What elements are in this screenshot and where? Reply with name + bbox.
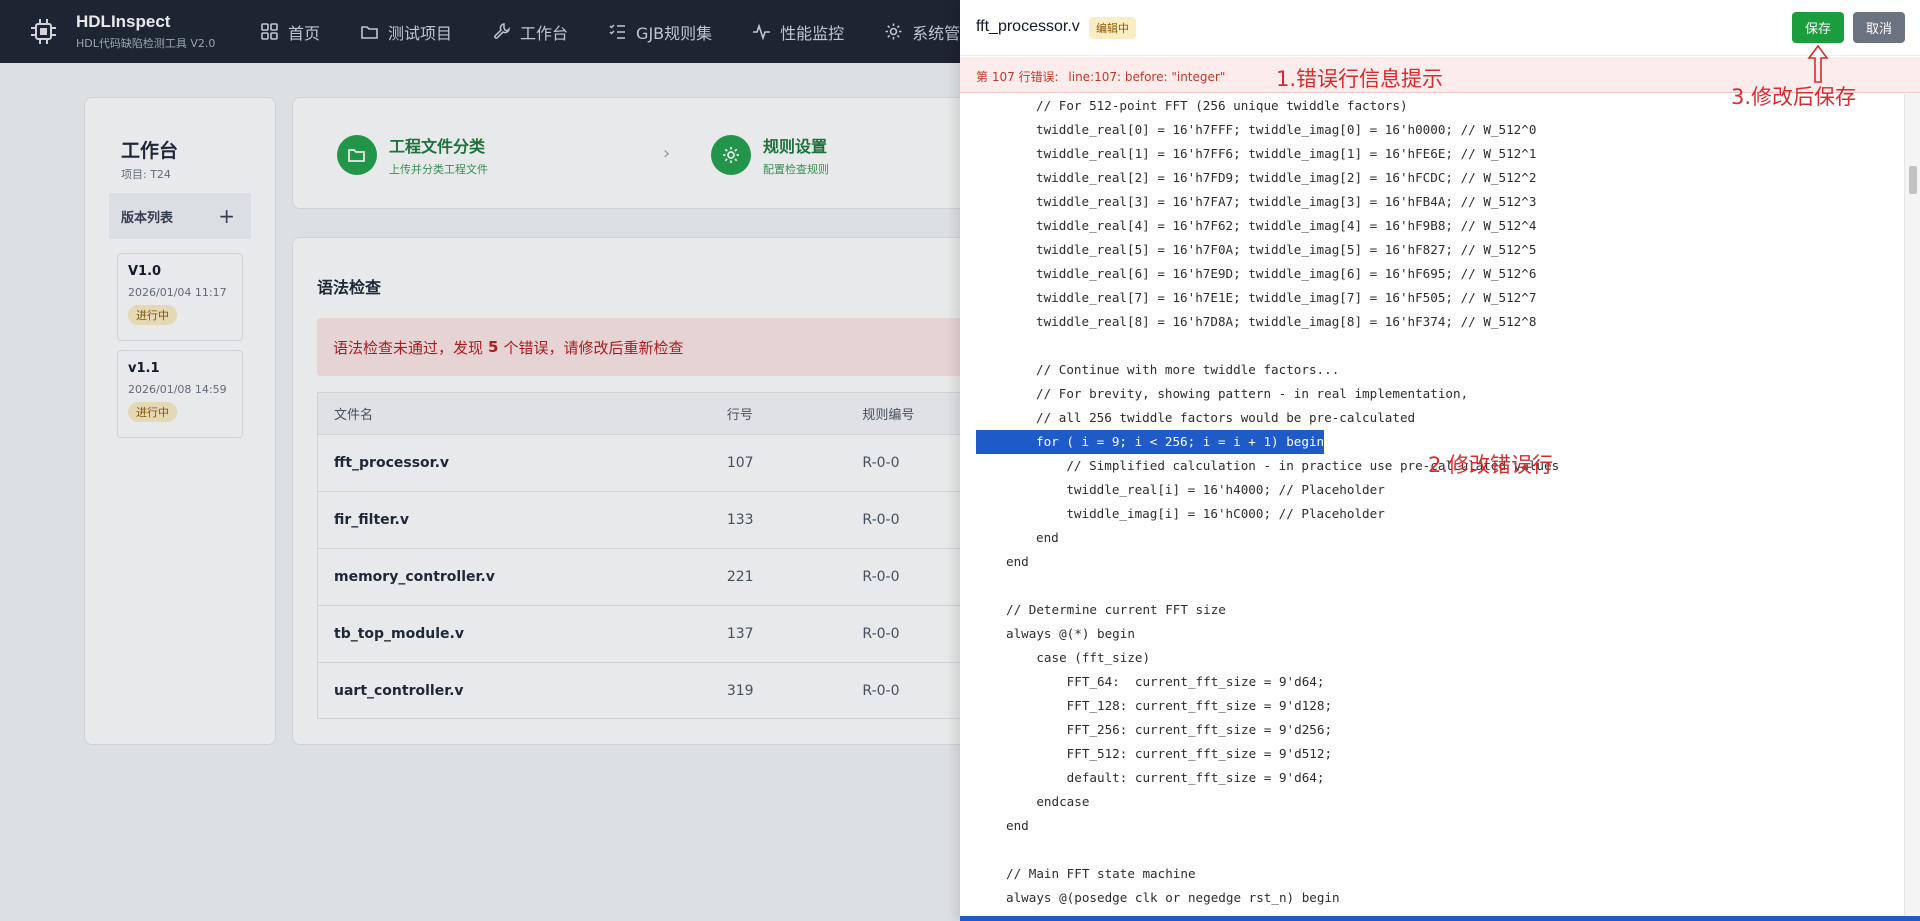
scrollbar-thumb[interactable] xyxy=(1909,166,1917,194)
code-line[interactable]: case (fft_size) xyxy=(1006,646,1150,670)
code-line[interactable]: FFT_128: current_fft_size = 9'd128; xyxy=(1006,694,1332,718)
code-line[interactable]: end xyxy=(1036,526,1059,550)
code-line[interactable]: twiddle_real[7] = 16'h7E1E; twiddle_imag… xyxy=(1036,286,1536,310)
code-line[interactable]: always @(posedge clk or negedge rst_n) b… xyxy=(1006,886,1340,910)
code-line-selected[interactable]: for ( i = 9; i < 256; i = i + 1) begin xyxy=(976,430,1325,454)
code-line[interactable]: // For 512-point FFT (256 unique twiddle… xyxy=(1036,94,1408,118)
code-line[interactable]: FFT_64: current_fft_size = 9'd64; xyxy=(1006,670,1325,694)
code-line[interactable]: twiddle_imag[i] = 16'hC000; // Placehold… xyxy=(1036,502,1384,526)
arrow-up-icon xyxy=(1807,44,1829,83)
code-line[interactable]: twiddle_real[3] = 16'h7FA7; twiddle_imag… xyxy=(1036,190,1536,214)
code-line[interactable]: // Main FFT state machine xyxy=(1006,862,1196,886)
code-line[interactable]: // Determine current FFT size xyxy=(1006,598,1226,622)
code-line[interactable]: // all 256 twiddle factors would be pre-… xyxy=(1036,406,1415,430)
code-line[interactable]: FFT_256: current_fft_size = 9'd256; xyxy=(1006,718,1332,742)
code-line[interactable]: twiddle_real[6] = 16'h7E9D; twiddle_imag… xyxy=(1036,262,1536,286)
code-line[interactable]: twiddle_real[4] = 16'h7F62; twiddle_imag… xyxy=(1036,214,1536,238)
code-editor-drawer: fft_processor.v 编辑中 保存 取消 第 107 行错误: lin… xyxy=(960,0,1920,921)
code-line[interactable]: FFT_512: current_fft_size = 9'd512; xyxy=(1006,742,1332,766)
editing-badge: 编辑中 xyxy=(1089,17,1136,39)
error-line-message: line:107: before: "integer" xyxy=(1068,70,1226,84)
code-line[interactable]: // For brevity, showing pattern - in rea… xyxy=(1036,382,1468,406)
code-line[interactable]: twiddle_real[1] = 16'h7FF6; twiddle_imag… xyxy=(1036,142,1536,166)
code-line[interactable]: endcase xyxy=(1006,790,1089,814)
code-line[interactable]: // Continue with more twiddle factors... xyxy=(1036,358,1339,382)
error-line-text: 第 107 行错误: line:107: before: "integer" xyxy=(976,68,1225,85)
save-button[interactable]: 保存 xyxy=(1792,12,1844,43)
code-line[interactable]: twiddle_real[8] = 16'h7D8A; twiddle_imag… xyxy=(1036,310,1536,334)
code-line[interactable]: always @(*) begin xyxy=(1006,622,1135,646)
editor-filename: fft_processor.v xyxy=(976,18,1080,35)
code-editor[interactable]: // For 512-point FFT (256 unique twiddle… xyxy=(960,94,1904,916)
code-line[interactable]: twiddle_real[i] = 16'h4000; // Placehold… xyxy=(1036,478,1384,502)
cancel-button[interactable]: 取消 xyxy=(1853,12,1905,43)
code-line[interactable]: default: current_fft_size = 9'd64; xyxy=(1006,766,1325,790)
modal-backdrop[interactable] xyxy=(0,0,960,921)
error-line-prefix: 第 107 行错误: xyxy=(976,70,1059,84)
editor-header: fft_processor.v 编辑中 保存 取消 xyxy=(960,0,1920,56)
editor-scrollbar[interactable] xyxy=(1904,94,1920,916)
annotation-fix-line: 2.修改错误行 xyxy=(1428,453,1554,477)
annotation-error-info: 1.错误行信息提示 xyxy=(1276,67,1444,91)
code-line[interactable]: end xyxy=(1006,550,1029,574)
annotation-save: 3.修改后保存 xyxy=(1731,85,1857,109)
code-line[interactable]: twiddle_real[5] = 16'h7F0A; twiddle_imag… xyxy=(1036,238,1536,262)
code-line[interactable]: twiddle_real[2] = 16'h7FD9; twiddle_imag… xyxy=(1036,166,1536,190)
code-line[interactable]: end xyxy=(1006,814,1029,838)
editor-bottom-bar xyxy=(960,916,1920,921)
code-line[interactable]: twiddle_real[0] = 16'h7FFF; twiddle_imag… xyxy=(1036,118,1536,142)
